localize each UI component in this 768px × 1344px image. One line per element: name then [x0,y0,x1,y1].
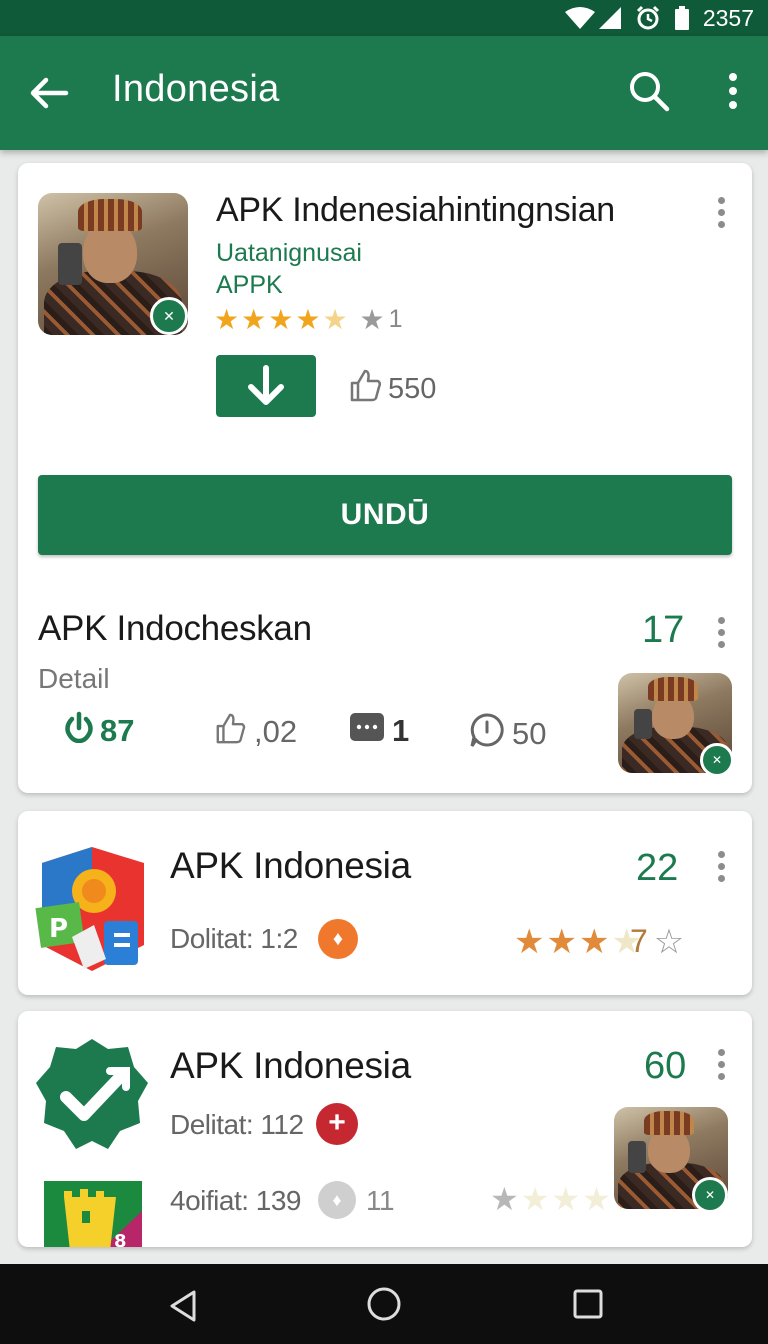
secondary-badge-value: 11 [366,1185,395,1216]
star-half-icon: ★ [322,303,348,335]
download-button[interactable] [216,355,316,417]
castle-app-icon[interactable]: 8 [44,1181,142,1247]
svg-text:P: P [49,914,68,944]
likes-count: 550 [348,367,436,411]
puzzle-app-icon[interactable]: P [32,845,150,973]
status-bar: 2357 [0,0,768,36]
comments-value: 50 [512,716,547,751]
downloads-value: 87 [100,713,135,748]
power-icon [64,711,94,751]
messages-value: 1 [392,713,410,748]
star-icon: ★ [520,1181,550,1217]
star-icon: ★ [546,922,577,961]
star-icon: ★ [295,303,321,335]
alarm-icon [635,5,661,31]
app-meta: Delitat: 112 [170,1109,304,1140]
app-title[interactable]: APK Indenesiahintingnsian [216,191,615,230]
nav-home-icon[interactable] [366,1286,402,1327]
verified-badge-icon: ✕ [150,297,188,335]
card-more-icon[interactable] [716,197,726,231]
signal-icon [597,6,623,30]
shield-check-app-icon[interactable] [36,1037,148,1153]
thumbs-up-icon [348,367,384,411]
flame-badge-icon: ♦ [318,919,358,959]
flame-badge-icon: ♦ [318,1181,356,1219]
system-nav-bar [0,1264,768,1344]
plus-badge-icon: + [316,1103,358,1145]
status-time: 2357 [702,4,754,31]
card-more-icon[interactable] [716,1049,726,1083]
more-vert-icon[interactable] [716,68,750,114]
search-icon[interactable] [626,68,672,114]
rating-count: 1 [388,305,403,333]
comment-icon [468,711,506,757]
primary-action-button[interactable]: UNDŪ [38,475,732,555]
likes-value: 550 [388,372,437,405]
app-bar: Indonesia [0,36,768,150]
thumbs-up-icon [214,711,248,753]
battery-icon [673,5,691,31]
rating-stars: ★ ★ ★ ★ 7 ☆ [514,923,684,960]
section-title[interactable]: APK Indocheskan [38,609,312,649]
verified-badge-icon: ✕ [692,1177,728,1213]
svg-text:8: 8 [114,1231,127,1247]
app-title[interactable]: APK Indonesia [170,1045,411,1087]
stat-comments: 50 [468,711,546,757]
section-more-icon[interactable] [716,617,726,651]
message-icon [348,711,386,751]
stat-likes: ,02 [214,711,297,753]
app-meta: Dolitat: 1:2 [170,923,298,954]
star-outline-icon: ☆ [653,922,685,961]
app-count: 22 [636,847,679,889]
rating-value: 7 [629,923,648,959]
star-icon: ★ [359,303,385,335]
app-count: 60 [644,1045,687,1087]
app-meta-secondary: 4oifiat: 139 [170,1185,302,1216]
stat-downloads: 87 [64,711,134,751]
rating-stars: ★ ★ ★ ★ ★ ★ 1 [214,305,403,334]
star-icon: ★ [214,303,240,335]
app-list-item[interactable]: P APK Indonesia 22 Dolitat: 1:2 ♦ ★ ★ ★ … [18,811,752,995]
star-icon: ★ [578,922,610,961]
star-icon: ★ [551,1181,581,1217]
star-icon: ★ [241,303,267,335]
nav-back-icon[interactable] [166,1288,200,1329]
wifi-icon [563,6,597,30]
card-more-icon[interactable] [716,851,726,885]
star-icon: ★ [582,1181,611,1217]
star-icon: ★ [490,1181,519,1217]
verified-badge-icon: ✕ [700,743,734,777]
back-arrow-icon[interactable] [26,70,72,116]
featured-app-card[interactable]: ✕ APK Indenesiahintingnsian Uatanignusai… [18,163,752,793]
likes-stat-value: ,02 [254,714,298,749]
nav-recents-icon[interactable] [572,1288,604,1325]
download-arrow-icon [248,365,284,405]
app-developer: Uatanignusai [216,239,362,267]
star-icon: ★ [268,303,294,335]
app-list-item[interactable]: APK Indonesia 60 Delitat: 112 + 8 4oifia… [18,1011,752,1247]
app-title[interactable]: APK Indonesia [170,845,411,887]
section-subtitle[interactable]: Detail [38,663,110,695]
app-category: APPK [216,271,283,299]
stat-messages: 1 [348,711,409,751]
page-title: Indonesia [112,68,280,110]
section-count: 17 [642,609,685,651]
star-icon: ★ [514,922,545,961]
